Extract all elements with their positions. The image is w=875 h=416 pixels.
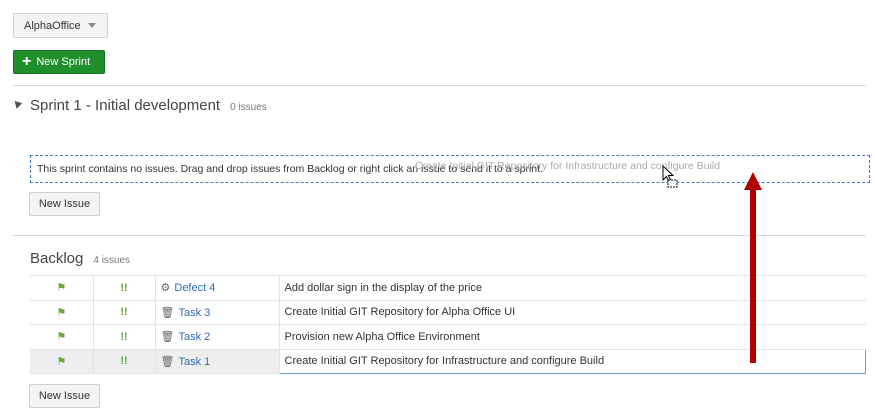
divider (13, 235, 866, 236)
issue-key-link[interactable]: Task 3 (178, 307, 210, 319)
sprint-header[interactable]: Sprint 1 - Initial development 0 issues (11, 97, 267, 114)
task-icon: 🗑 (160, 306, 175, 319)
backlog-table: ⚑ !! ⚙ Defect 4 Add dollar sign in the di… (30, 275, 866, 374)
severity-icon: !! (120, 355, 128, 368)
bug-icon: ⚙ (160, 282, 171, 295)
flag-icon: ⚑ (56, 306, 67, 319)
project-selector-label: AlphaOffice (24, 19, 81, 32)
issue-key-link[interactable]: Task 1 (178, 356, 210, 368)
issue-summary: Create Initial GIT Repository for Infras… (284, 355, 605, 368)
sprint-new-issue-label: New Issue (38, 198, 91, 210)
backlog-new-issue-label: New Issue (38, 390, 91, 402)
flag-icon: ⚑ (56, 282, 67, 295)
flag-icon: ⚑ (56, 331, 67, 344)
divider (13, 85, 866, 86)
backlog-new-issue-button[interactable]: New Issue (29, 384, 100, 408)
backlog-issue-count: 4 issues (93, 255, 131, 266)
flag-icon: ⚑ (56, 355, 67, 368)
plus-icon: + (22, 53, 32, 70)
table-row[interactable]: ⚑ !! 🗑 Task 3 Create Initial GIT Reposito… (30, 299, 866, 325)
table-row[interactable]: ⚑ !! 🗑 Task 2 Provision new Alpha Office … (30, 324, 866, 350)
task-icon: 🗑 (160, 355, 175, 368)
sprint-title: Sprint 1 - Initial development (30, 97, 221, 114)
task-icon: 🗑 (160, 331, 175, 344)
project-selector[interactable]: AlphaOffice (13, 13, 108, 38)
drag-cursor-icon (662, 165, 678, 188)
backlog-title: Backlog (30, 250, 84, 267)
table-row[interactable]: ⚑ !! 🗑 Task 1 Create Initial GIT Reposito… (30, 348, 866, 374)
sprint-issue-count: 0 issues (230, 102, 267, 113)
severity-icon: !! (120, 281, 128, 294)
issue-key-link[interactable]: Task 2 (178, 331, 210, 343)
severity-icon: !! (120, 306, 128, 319)
chevron-down-icon (87, 23, 96, 28)
sprint-new-issue-button[interactable]: New Issue (29, 192, 100, 216)
issue-summary: Create Initial GIT Repository for Alpha … (284, 306, 516, 319)
issue-key-link[interactable]: Defect 4 (174, 282, 215, 294)
new-sprint-label: New Sprint (36, 56, 91, 68)
issue-summary: Provision new Alpha Office Environment (284, 330, 480, 343)
table-row[interactable]: ⚑ !! ⚙ Defect 4 Add dollar sign in the di… (30, 275, 866, 301)
issue-summary: Add dollar sign in the display of the pr… (284, 281, 483, 294)
new-sprint-button[interactable]: + New Sprint (13, 50, 105, 74)
backlog-header: Backlog 4 issues (30, 250, 130, 267)
collapse-triangle-icon[interactable] (11, 98, 23, 109)
severity-icon: !! (120, 330, 128, 343)
annotation-arrow (750, 188, 756, 363)
